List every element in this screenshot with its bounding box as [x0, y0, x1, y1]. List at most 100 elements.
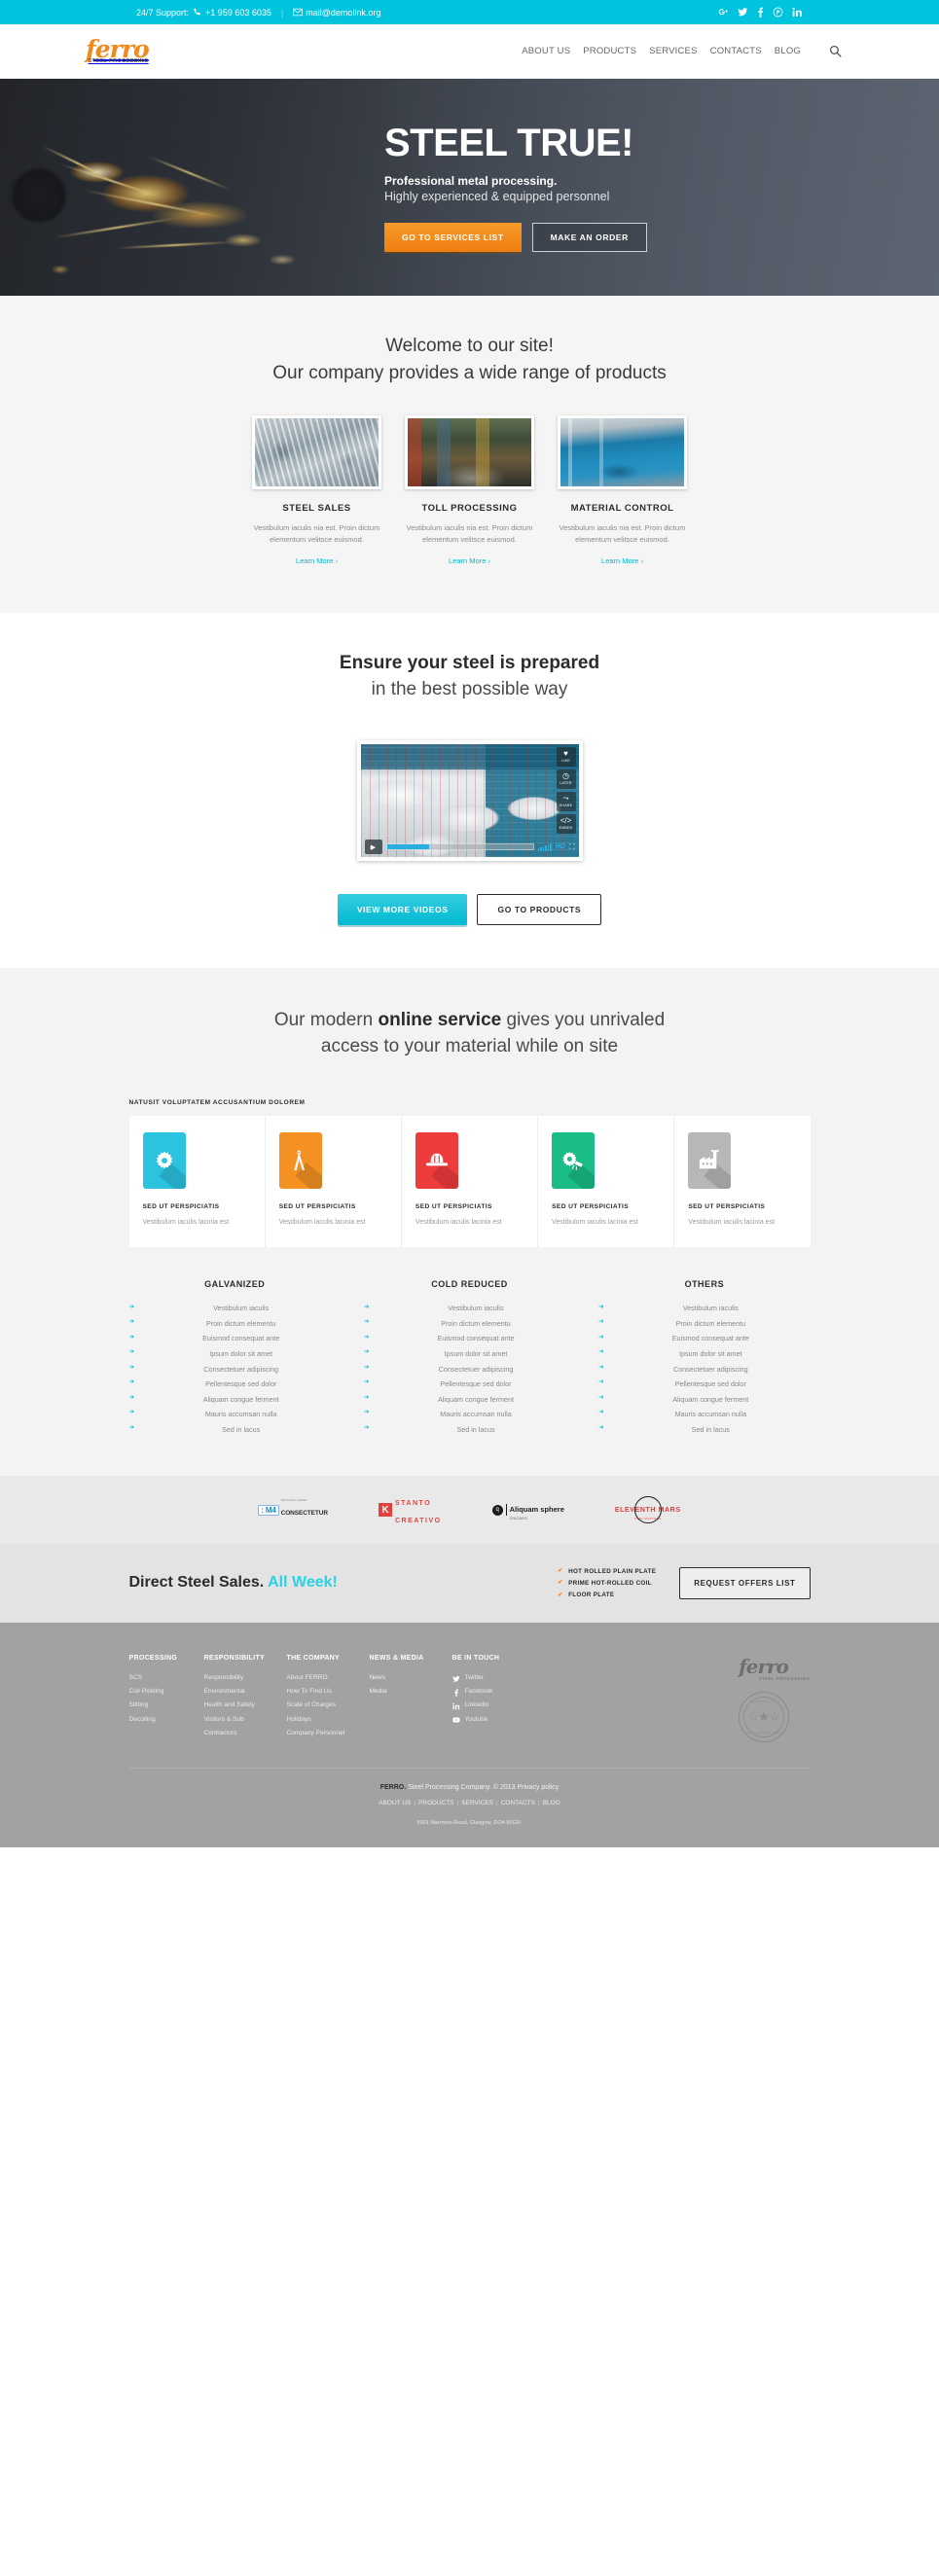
- list-item[interactable]: Mauris accumsan nulla: [598, 1407, 810, 1422]
- volume-icon[interactable]: [537, 842, 552, 852]
- footer-link[interactable]: Health and Safety: [204, 1699, 272, 1713]
- googleplus-icon[interactable]: [718, 7, 729, 18]
- search-icon[interactable]: [829, 45, 842, 57]
- list-item[interactable]: Ipsum dolor sit amet: [129, 1346, 341, 1362]
- service-card[interactable]: TOLL PROCESSING Vestibulum iaculis nia e…: [405, 415, 534, 568]
- footer-link[interactable]: Scale of Charges: [287, 1699, 355, 1713]
- nav-item-services[interactable]: SERVICES: [649, 46, 697, 56]
- play-button[interactable]: ▶: [364, 840, 382, 855]
- list-item[interactable]: Mauris accumsan nulla: [364, 1407, 575, 1422]
- phone-number[interactable]: +1 959 603 6035: [205, 8, 271, 18]
- feature-box[interactable]: SED UT PERSPICIATIS Vestibulum iaculis l…: [538, 1116, 675, 1248]
- nav-item-blog[interactable]: BLOG: [775, 46, 801, 56]
- video-embed-button[interactable]: </> EMBED: [556, 813, 576, 834]
- facebook-icon[interactable]: [757, 7, 764, 18]
- list-item[interactable]: Euismod consequat ante: [364, 1331, 575, 1346]
- feature-box[interactable]: SED UT PERSPICIATIS Vestibulum iaculis l…: [674, 1116, 810, 1247]
- feature-box[interactable]: SED UT PERSPICIATIS Vestibulum iaculis l…: [402, 1116, 539, 1248]
- list-item[interactable]: Consectetuer adipiscing: [364, 1361, 575, 1377]
- twitter-icon[interactable]: [738, 7, 748, 18]
- partner-logo-m4[interactable]: : M4 INDUSTRIAL THEMES CONSECTETUR: [258, 1499, 328, 1521]
- footer-link[interactable]: Visitors & Sub: [204, 1713, 272, 1727]
- site-logo[interactable]: ferro STEEL PROCESSING: [86, 37, 150, 65]
- video-player[interactable]: ♥ LIKE ◷ LATER ⤳ SHARE </> EMBED ▶ HD ⛶: [356, 739, 583, 861]
- footer-link[interactable]: Media: [370, 1686, 438, 1699]
- footer-link[interactable]: Holidays: [287, 1713, 355, 1727]
- footer-nav-blog[interactable]: BLOG: [543, 1800, 560, 1807]
- footer-link[interactable]: Company Personnel: [287, 1727, 355, 1740]
- list-item[interactable]: Euismod consequat ante: [598, 1331, 810, 1346]
- service-card-learn-more-link[interactable]: Learn More ›: [449, 556, 490, 565]
- nav-item-contacts[interactable]: CONTACTS: [710, 46, 762, 56]
- list-item[interactable]: Aliquam congue ferment: [364, 1392, 575, 1408]
- footer-nav-products[interactable]: PRODUCTS: [418, 1800, 453, 1807]
- nav-item-products[interactable]: PRODUCTS: [583, 46, 636, 56]
- linkedin-icon[interactable]: [792, 7, 803, 18]
- footer-link[interactable]: Slitting: [129, 1699, 190, 1713]
- footer-link[interactable]: Decoiling: [129, 1713, 190, 1727]
- partner-logo-stanto-creativo[interactable]: K STANTO CREATIVO: [378, 1492, 442, 1527]
- footer-link[interactable]: Contractors: [204, 1727, 272, 1740]
- nav-item-about-us[interactable]: ABOUT US: [522, 46, 570, 56]
- go-to-products-button[interactable]: GO TO PRODUCTS: [477, 893, 602, 925]
- list-item[interactable]: Ipsum dolor sit amet: [598, 1346, 810, 1362]
- list-item[interactable]: Proin dictum elementu: [129, 1316, 341, 1332]
- list-item[interactable]: Vestibulum iaculis: [598, 1301, 810, 1316]
- partner-logo-aliquam-sphere[interactable]: q Aliquam sphere CHICAGO: [491, 1499, 564, 1521]
- fullscreen-icon[interactable]: ⛶: [569, 842, 575, 852]
- footer-social-linkedin[interactable]: LinkedIn: [451, 1699, 521, 1713]
- feature-box[interactable]: SED UT PERSPICIATIS Vestibulum iaculis l…: [129, 1116, 266, 1248]
- material-control-image: [558, 415, 687, 490]
- go-to-services-list-button[interactable]: GO TO SERVICES LIST: [384, 223, 522, 252]
- service-card-learn-more-link[interactable]: Learn More ›: [601, 556, 643, 565]
- list-item[interactable]: Consectetuer adipiscing: [129, 1361, 341, 1377]
- feature-box[interactable]: SED UT PERSPICIATIS Vestibulum iaculis l…: [266, 1116, 402, 1248]
- footer-nav-services[interactable]: SERVICES: [461, 1800, 493, 1807]
- list-item[interactable]: Pellentesque sed dolor: [129, 1377, 341, 1392]
- video-like-button[interactable]: ♥ LIKE: [556, 746, 576, 767]
- list-item[interactable]: Vestibulum iaculis: [364, 1301, 575, 1316]
- footer-link[interactable]: About FERRO: [287, 1672, 355, 1686]
- list-item[interactable]: Sed in lacus: [364, 1422, 575, 1438]
- service-card-learn-more-link[interactable]: Learn More ›: [296, 556, 338, 565]
- list-item[interactable]: Aliquam congue ferment: [598, 1392, 810, 1408]
- view-more-videos-button[interactable]: VIEW MORE VIDEOS: [337, 893, 468, 925]
- footer-link[interactable]: Environmental: [204, 1686, 272, 1699]
- video-progress-bar[interactable]: [385, 843, 534, 851]
- footer-link[interactable]: Coil Pickling: [129, 1686, 190, 1699]
- footer-nav-about-us[interactable]: ABOUT US: [379, 1800, 411, 1807]
- video-later-button[interactable]: ◷ LATER: [556, 769, 576, 789]
- video-share-button[interactable]: ⤳ SHARE: [556, 791, 576, 811]
- list-item[interactable]: Euismod consequat ante: [129, 1331, 341, 1346]
- footer-link[interactable]: Responsibility: [204, 1672, 272, 1686]
- footer-social-twitter[interactable]: Twitter: [451, 1672, 521, 1686]
- list-item[interactable]: Proin dictum elementu: [364, 1316, 575, 1332]
- list-item[interactable]: Ipsum dolor sit amet: [364, 1346, 575, 1362]
- pinterest-icon[interactable]: [773, 7, 783, 18]
- list-item[interactable]: Sed in lacus: [598, 1422, 810, 1438]
- list-column-title: OTHERS: [684, 1279, 725, 1290]
- hd-badge[interactable]: HD: [556, 843, 565, 850]
- list-item[interactable]: Vestibulum iaculis: [129, 1301, 341, 1316]
- request-offers-list-button[interactable]: REQUEST OFFERS LIST: [679, 1566, 811, 1599]
- list-item[interactable]: Aliquam congue ferment: [129, 1392, 341, 1408]
- list-item[interactable]: Pellentesque sed dolor: [598, 1377, 810, 1392]
- service-card[interactable]: STEEL SALES Vestibulum iaculis nia est. …: [252, 415, 381, 568]
- list-item[interactable]: Pellentesque sed dolor: [364, 1377, 575, 1392]
- partner-logo-eleventh-mars[interactable]: ELEVENTH MARS TIME MATTERS: [615, 1496, 681, 1524]
- footer-social-youtube[interactable]: Youtube: [452, 1713, 521, 1727]
- footer-link[interactable]: How To Find Us: [287, 1686, 355, 1699]
- list-item[interactable]: Proin dictum elementu: [598, 1316, 810, 1332]
- service-card[interactable]: MATERIAL CONTROL Vestibulum iaculis nia …: [558, 415, 687, 568]
- make-an-order-button[interactable]: MAKE AN ORDER: [531, 223, 647, 252]
- list-item[interactable]: Mauris accumsan nulla: [129, 1407, 341, 1422]
- list-item[interactable]: Sed in lacus: [129, 1422, 341, 1438]
- footer-link[interactable]: SCS: [129, 1672, 190, 1686]
- footer-nav-contacts[interactable]: CONTACTS: [501, 1800, 535, 1807]
- list-item[interactable]: Consectetuer adipiscing: [598, 1361, 810, 1377]
- footer-link[interactable]: News: [370, 1672, 438, 1686]
- list-items: Vestibulum iaculis Proin dictum elementu…: [129, 1301, 341, 1437]
- footer-social-facebook[interactable]: Facebook: [452, 1686, 521, 1699]
- online-heading-post: gives you unrivaled: [501, 1009, 666, 1030]
- email-address[interactable]: mail@demolink.org: [306, 8, 380, 18]
